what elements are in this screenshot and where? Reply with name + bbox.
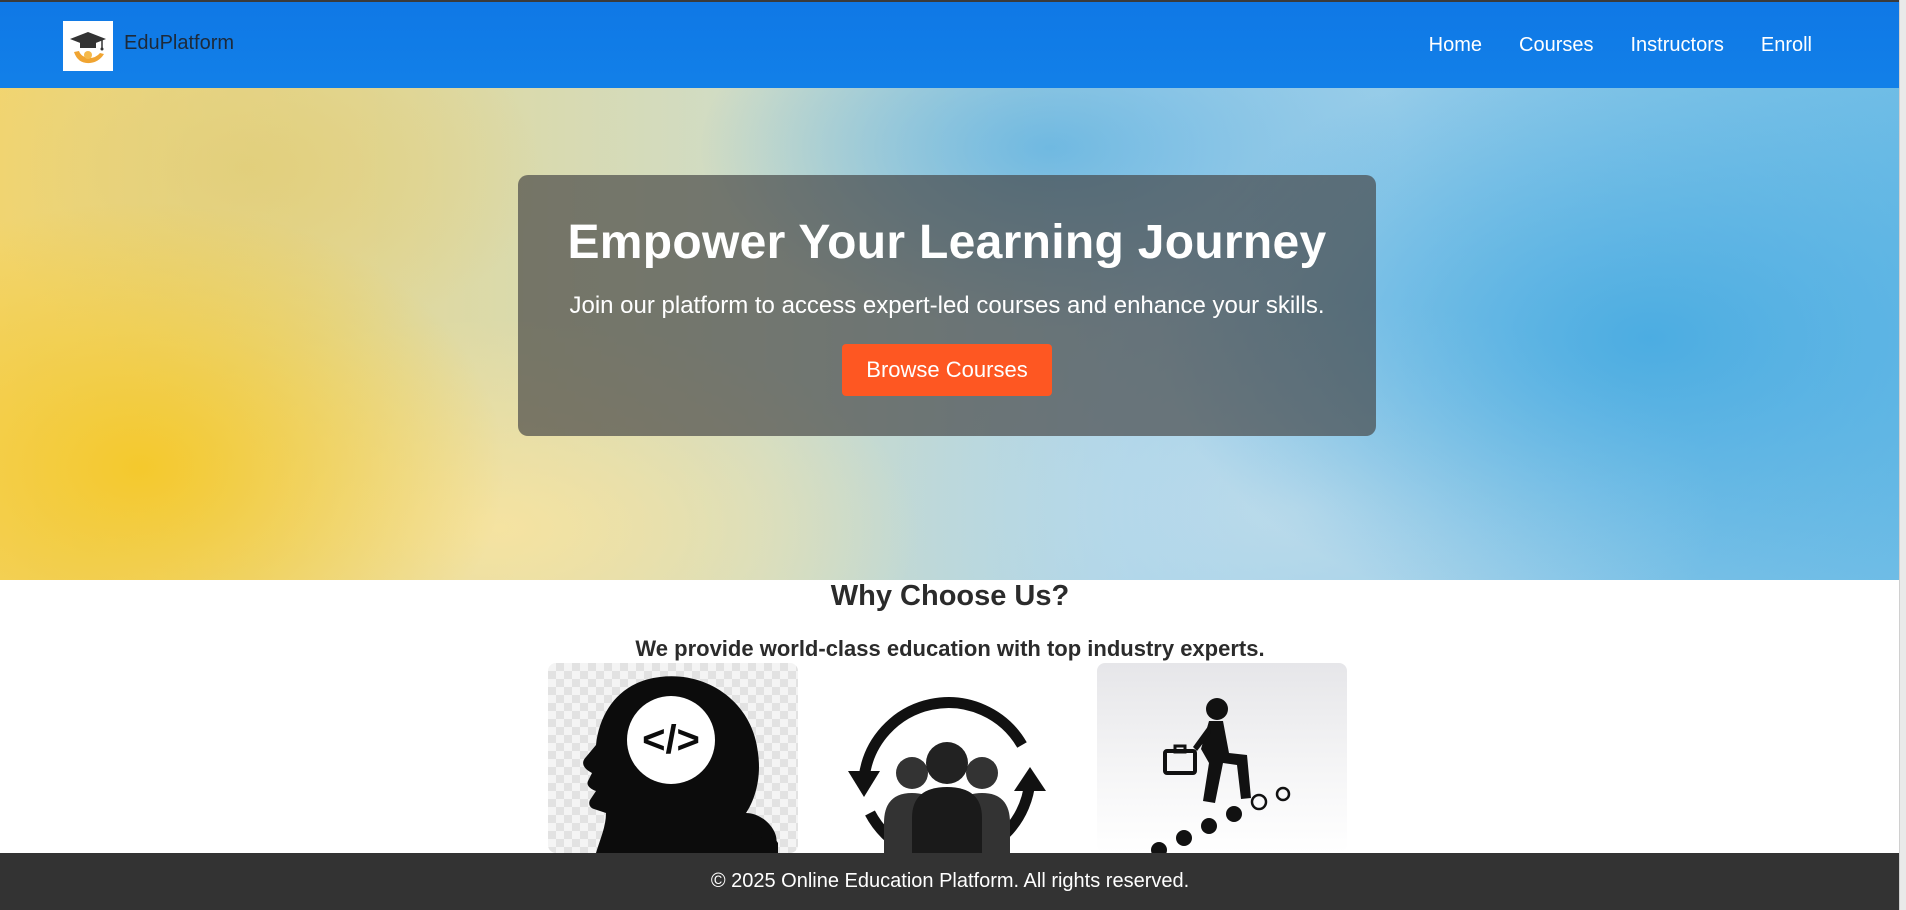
stairs-climb-icon [1151, 698, 1291, 853]
svg-text:</>: </> [642, 718, 700, 762]
head-code-icon: </> [583, 676, 778, 853]
nav-courses[interactable]: Courses [1519, 34, 1593, 57]
graduation-cap-hand-icon [70, 32, 106, 64]
nav-instructors[interactable]: Instructors [1631, 34, 1724, 57]
brand-name[interactable]: EduPlatform [124, 32, 234, 55]
footer-copyright: © 2025 Online Education Platform. All ri… [710, 870, 1190, 892]
why-title: Why Choose Us? [830, 580, 1070, 612]
why-subtitle: We provide world-class education with to… [635, 636, 1265, 661]
hero-card: Empower Your Learning Journey Join our p… [518, 175, 1376, 436]
scrollbar[interactable] [1899, 0, 1906, 910]
feature-card-coding: </> [548, 663, 798, 853]
feature-cards: </> [548, 663, 1348, 853]
feature-card-growth [1097, 663, 1347, 853]
feature-card-community [822, 663, 1072, 853]
hero-title: Empower Your Learning Journey [567, 216, 1327, 269]
site-header: EduPlatform Home Courses Instructors Enr… [0, 2, 1900, 88]
browse-courses-button[interactable]: Browse Courses [842, 344, 1052, 396]
hero-section: Empower Your Learning Journey Join our p… [0, 88, 1900, 580]
site-footer: © 2025 Online Education Platform. All ri… [0, 853, 1900, 910]
team-cycle-icon [848, 697, 1046, 853]
nav-home[interactable]: Home [1429, 34, 1482, 57]
hero-subtitle: Join our platform to access expert-led c… [569, 292, 1325, 319]
logo[interactable] [63, 21, 113, 71]
main-nav: Home Courses Instructors Enroll [1429, 2, 1900, 88]
nav-enroll[interactable]: Enroll [1761, 34, 1812, 57]
